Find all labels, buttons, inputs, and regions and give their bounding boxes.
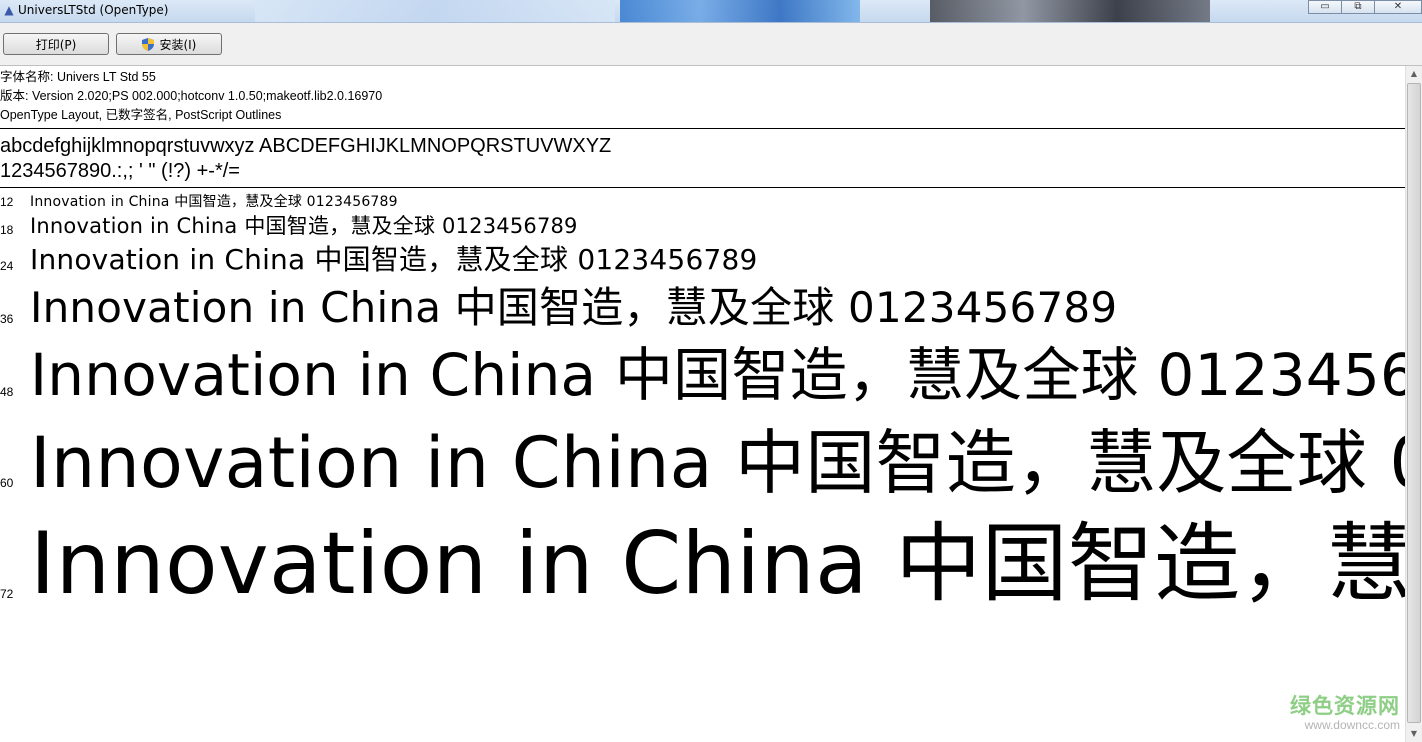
font-name-line: 字体名称: Univers LT Std 55 <box>0 70 156 84</box>
sample-row-72: 72 Innovation in China 中国智造，慧及全球 0123456… <box>0 510 1405 620</box>
sample-row-60: 60 Innovation in China 中国智造，慧及全球 0123456… <box>0 418 1405 510</box>
install-button-label: 安装(I) <box>159 38 197 52</box>
sample-row-48: 48 Innovation in China 中国智造，慧及全球 0123456… <box>0 338 1405 418</box>
divider <box>0 187 1405 188</box>
sample-size-label: 48 <box>0 385 14 399</box>
sample-text: Innovation in China 中国智造，慧及全球 0123456789 <box>30 514 1405 614</box>
sample-size-label: 24 <box>0 259 14 273</box>
scroll-thumb[interactable] <box>1407 83 1421 723</box>
title-bar[interactable]: ▲ UniversLTStd (OpenType) ▭ ⧉ ✕ <box>0 0 1422 23</box>
sample-row-12: 12 Innovation in China 中国智造，慧及全球 0123456… <box>0 192 1405 212</box>
font-app-icon: ▲ <box>4 3 14 17</box>
sample-size-label: 12 <box>0 195 14 209</box>
toolbar: 打印(P) 安装(I) <box>0 23 1422 66</box>
sample-row-24: 24 Innovation in China 中国智造，慧及全球 0123456… <box>0 242 1405 282</box>
watermark: 绿色资源网 www.downcc.com <box>1290 694 1400 732</box>
scroll-down-arrow-icon[interactable]: ▼ <box>1406 726 1422 742</box>
minimize-button[interactable]: ▭ <box>1308 0 1342 14</box>
install-button[interactable]: 安装(I) <box>116 33 222 55</box>
sample-row-36: 36 Innovation in China 中国智造，慧及全球 0123456… <box>0 282 1405 338</box>
font-viewer-window: ▲ UniversLTStd (OpenType) ▭ ⧉ ✕ 打印(P) 安装… <box>0 0 1422 742</box>
print-button-label: 打印(P) <box>35 38 77 52</box>
sample-text: Innovation in China 中国智造，慧及全球 0123456789 <box>30 341 1405 409</box>
sample-text: Innovation in China 中国智造，慧及全球 0123456789 <box>30 422 1405 504</box>
charset-letters: abcdefghijklmnopqrstuvwxyz ABCDEFGHIJKLM… <box>0 135 612 157</box>
divider <box>0 128 1405 129</box>
sample-size-label: 18 <box>0 223 14 237</box>
window-controls: ▭ ⧉ ✕ <box>1308 0 1422 14</box>
sample-text: Innovation in China 中国智造，慧及全球 0123456789 <box>30 243 758 276</box>
watermark-url: www.downcc.com <box>1304 718 1400 732</box>
close-button[interactable]: ✕ <box>1374 0 1422 14</box>
maximize-button[interactable]: ⧉ <box>1341 0 1375 14</box>
background-taskbar-strip <box>255 0 615 22</box>
charset-digits-symbols: 1234567890.:,; ' " (!?) +-*/= <box>0 160 240 182</box>
sample-text: Innovation in China 中国智造，慧及全球 0123456789 <box>30 214 578 238</box>
sample-text: Innovation in China 中国智造，慧及全球 0123456789 <box>30 194 398 210</box>
background-icons-strip <box>620 0 860 22</box>
scroll-up-arrow-icon[interactable]: ▲ <box>1406 66 1422 82</box>
vertical-scrollbar[interactable]: ▲ ▼ <box>1405 66 1422 742</box>
watermark-brand: 绿色资源网 <box>1290 694 1400 718</box>
background-window-strip <box>930 0 1210 22</box>
uac-shield-icon <box>141 38 154 51</box>
font-features-line: OpenType Layout, 已数字签名, PostScript Outli… <box>0 108 282 122</box>
font-version-line: 版本: Version 2.020;PS 002.000;hotconv 1.0… <box>0 89 383 103</box>
sample-size-label: 36 <box>0 312 14 326</box>
font-preview-area: 字体名称: Univers LT Std 55 版本: Version 2.02… <box>0 66 1405 742</box>
print-button[interactable]: 打印(P) <box>3 33 109 55</box>
sample-size-label: 60 <box>0 476 14 490</box>
window-title: UniversLTStd (OpenType) <box>18 3 169 17</box>
sample-text: Innovation in China 中国智造，慧及全球 0123456789 <box>30 283 1118 332</box>
sample-row-18: 18 Innovation in China 中国智造，慧及全球 0123456… <box>0 212 1405 242</box>
sample-size-label: 72 <box>0 587 14 601</box>
